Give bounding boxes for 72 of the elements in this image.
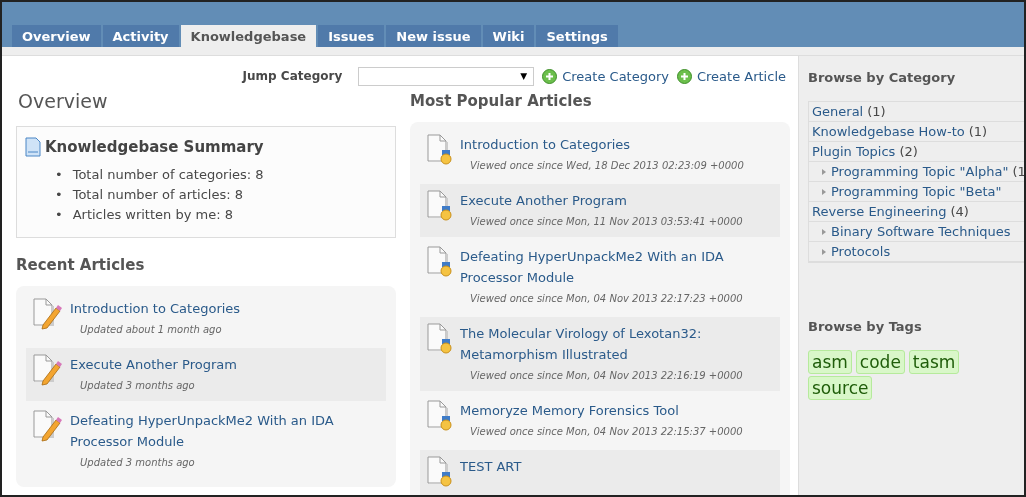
article-meta: Viewed once since Mon, 04 Nov 2013 22:15:37 +0000 [469, 425, 744, 439]
category-link[interactable]: Programming Topic "Beta" [831, 182, 1002, 201]
category-count: (1) [867, 103, 886, 121]
sidebar-heading: Browse by Tags [808, 319, 923, 334]
medal-document-icon [426, 323, 452, 355]
article-meta: Updated 3 months ago [79, 456, 196, 470]
tag[interactable]: tasm [908, 350, 960, 374]
category-link[interactable]: Reverse Engineering [812, 202, 947, 221]
category-count: (4) [950, 203, 969, 221]
medal-document-icon [426, 134, 452, 166]
category-count: (1) [968, 123, 988, 141]
nav-tab[interactable]: Wiki [482, 25, 535, 47]
document-icon [25, 137, 41, 157]
article-link[interactable]: Memoryze Memory Forensics Tool [460, 400, 774, 421]
category-count: (2) [899, 143, 918, 161]
triangle-icon [821, 187, 827, 196]
add-icon [676, 68, 692, 84]
medal-document-icon [426, 190, 452, 222]
add-icon [542, 68, 558, 84]
article-meta: Updated about 1 month ago [79, 323, 223, 337]
section-heading: Recent Articles [16, 256, 146, 274]
nav-tab[interactable]: Settings [536, 25, 618, 47]
tag[interactable]: asm [808, 350, 852, 374]
article-meta: Viewed once since Wed, 18 Dec 2013 02:23:09 +0000 [469, 159, 745, 173]
category-link[interactable]: General [812, 102, 864, 121]
summary-item: Total number of categories: 8 [72, 166, 264, 184]
category-count: (1 [1012, 163, 1024, 181]
article-link[interactable]: Execute Another Program [460, 190, 774, 211]
tag[interactable]: code [855, 350, 905, 374]
create-link[interactable]: Create Category [542, 68, 669, 84]
nav-tab[interactable]: Issues [318, 25, 385, 47]
bullet: • [55, 206, 63, 224]
nav-tab[interactable]: New issue [386, 25, 481, 47]
category-link[interactable]: Programming Topic "Alpha" [831, 162, 1009, 181]
article-meta: Updated 3 months ago [79, 379, 196, 393]
pencil-document-icon [32, 354, 62, 386]
summary-title: Knowledgebase Summary [45, 138, 264, 156]
create-link[interactable]: Create Article [676, 68, 786, 84]
category-dropdown[interactable]: ▼ [358, 66, 535, 86]
medal-document-icon [426, 456, 452, 488]
medal-document-icon [426, 246, 452, 278]
article-meta: Viewed once since Mon, 04 Nov 2013 22:17:23 +0000 [469, 292, 744, 306]
sidebar-heading: Browse by Category [808, 70, 957, 85]
summary-item: Total number of articles: 8 [72, 186, 244, 204]
article-link[interactable]: Defeating HyperUnpackMe2 With an IDA Processor Module [70, 410, 380, 452]
article-meta: Viewed once since Mon, 11 Nov 2013 03:53:41 +0000 [469, 215, 744, 229]
bullet: • [55, 186, 63, 204]
triangle-icon [821, 247, 827, 256]
article-link[interactable]: Defeating HyperUnpackMe2 With an IDA Processor Module [460, 246, 774, 288]
page-heading: Overview [18, 90, 109, 112]
category-link[interactable]: Binary Software Techniques [831, 222, 1011, 241]
category-link[interactable]: Plugin Topics [812, 142, 896, 161]
nav-tab[interactable]: Activity [102, 25, 179, 47]
bullet: • [55, 166, 63, 184]
article-link[interactable]: Introduction to Categories [460, 134, 774, 155]
article-link[interactable]: The Molecular Virology of Lexotan32: Metamorphism Illustrated [460, 323, 774, 365]
tag[interactable]: source [808, 376, 873, 400]
section-heading: Most Popular Articles [410, 92, 593, 110]
nav-tab[interactable]: Overview [12, 25, 101, 47]
pencil-document-icon [32, 410, 62, 442]
article-link[interactable]: Introduction to Categories [70, 298, 380, 319]
medal-document-icon [426, 400, 452, 432]
category-link[interactable]: Protocols [831, 242, 891, 261]
article-meta: Viewed once since Mon, 04 Nov 2013 22:16:19 +0000 [469, 369, 744, 383]
nav-tab[interactable]: Knowledgebase [180, 25, 317, 47]
pencil-document-icon [32, 298, 62, 330]
triangle-icon [821, 227, 827, 236]
field-label: Jump Category [242, 69, 343, 83]
category-link[interactable]: Knowledgebase How-to [812, 122, 965, 141]
triangle-icon [821, 167, 827, 176]
summary-item: Articles written by me: 8 [72, 206, 233, 224]
article-link[interactable]: Execute Another Program [70, 354, 380, 375]
